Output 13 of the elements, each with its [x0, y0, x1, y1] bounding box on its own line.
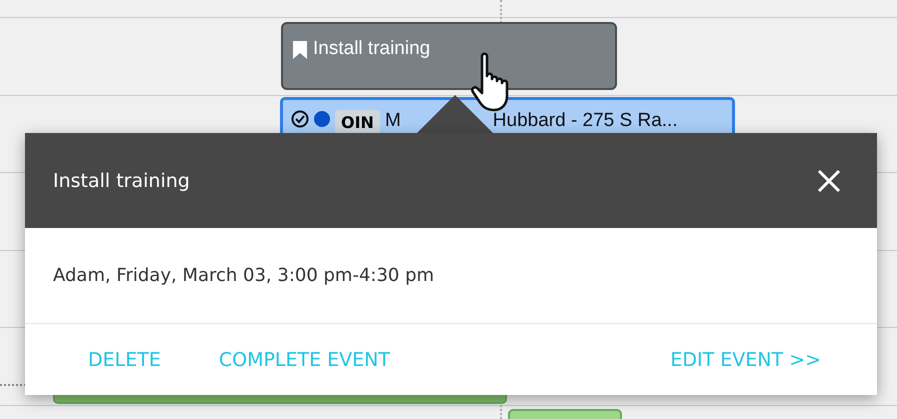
close-icon[interactable]	[817, 168, 841, 192]
popup-title: Install training	[53, 170, 190, 192]
event-title: M	[384, 110, 401, 132]
check-circle-icon	[291, 110, 309, 128]
event-badge: OIN	[335, 110, 380, 135]
event-block[interactable]: Install training	[281, 22, 617, 90]
event-title: Install training	[313, 38, 430, 60]
bookmark-icon	[293, 41, 307, 59]
action-link[interactable]: COMPLETE EVENT	[218, 348, 390, 370]
action-link[interactable]: DELETE	[88, 348, 161, 370]
action-link[interactable]: EDIT EVENT >>	[670, 348, 821, 370]
event-details: Adam, Friday, March 03, 3:00 pm-4:30 pm	[53, 265, 434, 286]
event-title: Hubbard - 275 S Ra...	[492, 110, 678, 132]
